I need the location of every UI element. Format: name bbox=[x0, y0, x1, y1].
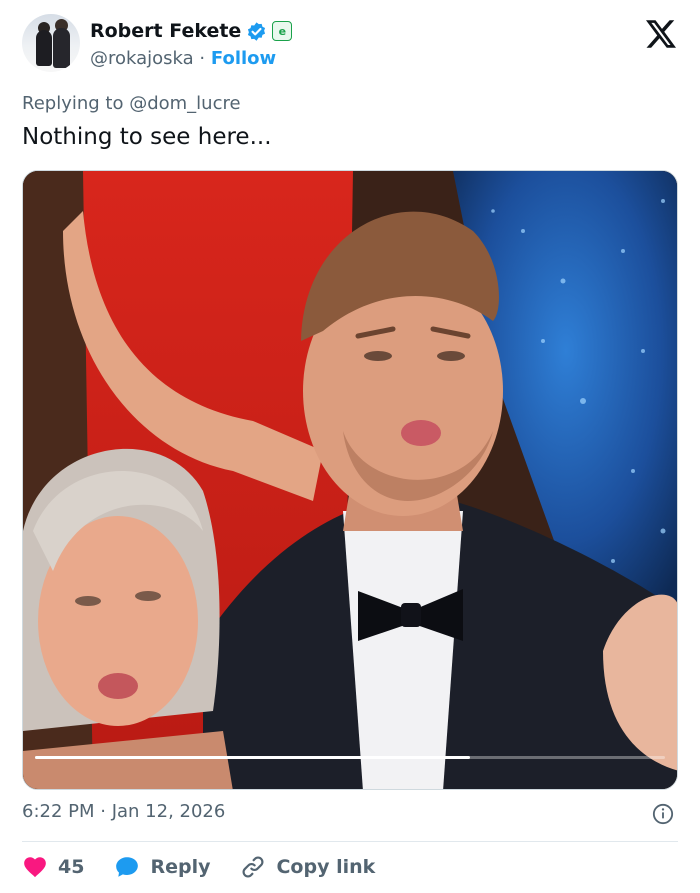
video-player[interactable] bbox=[22, 170, 678, 790]
tweet-timestamp[interactable]: 6:22 PM · Jan 12, 2026 bbox=[22, 801, 225, 822]
author-name-row: Robert Fekete e bbox=[90, 20, 293, 42]
speech-bubble-icon bbox=[116, 857, 139, 877]
video-progress-fill bbox=[35, 756, 470, 759]
video-frame bbox=[23, 171, 677, 789]
tweet-text: Nothing to see here... bbox=[22, 124, 272, 150]
copy-link-button[interactable]: Copy link bbox=[240, 854, 375, 880]
author-avatar[interactable] bbox=[22, 14, 80, 72]
author-name[interactable]: Robert Fekete bbox=[90, 20, 241, 42]
affiliate-badge-icon: e bbox=[272, 21, 293, 41]
video-progress-track[interactable] bbox=[35, 756, 665, 759]
reply-context[interactable]: Replying to @dom_lucre bbox=[22, 93, 241, 114]
reply-label: Reply bbox=[150, 856, 211, 878]
info-icon[interactable] bbox=[652, 803, 674, 825]
author-handle-row: @rokajoska · Follow bbox=[90, 48, 276, 69]
tweet-actions: 45 Reply Copy link bbox=[22, 852, 405, 882]
handle-separator: · bbox=[199, 48, 206, 69]
heart-icon bbox=[24, 857, 46, 878]
footer-divider bbox=[22, 841, 678, 842]
like-count: 45 bbox=[58, 856, 85, 878]
link-icon bbox=[243, 856, 264, 878]
reply-button[interactable]: Reply bbox=[114, 854, 210, 880]
tweet-embed-card: Robert Fekete e @rokajoska · Follow Repl… bbox=[0, 0, 700, 893]
x-logo-icon[interactable] bbox=[646, 20, 676, 48]
verified-badge-icon bbox=[248, 21, 266, 41]
like-button[interactable]: 45 bbox=[22, 854, 84, 880]
copy-link-label: Copy link bbox=[276, 856, 376, 878]
author-handle[interactable]: @rokajoska bbox=[90, 48, 194, 69]
follow-button[interactable]: Follow bbox=[211, 48, 276, 69]
